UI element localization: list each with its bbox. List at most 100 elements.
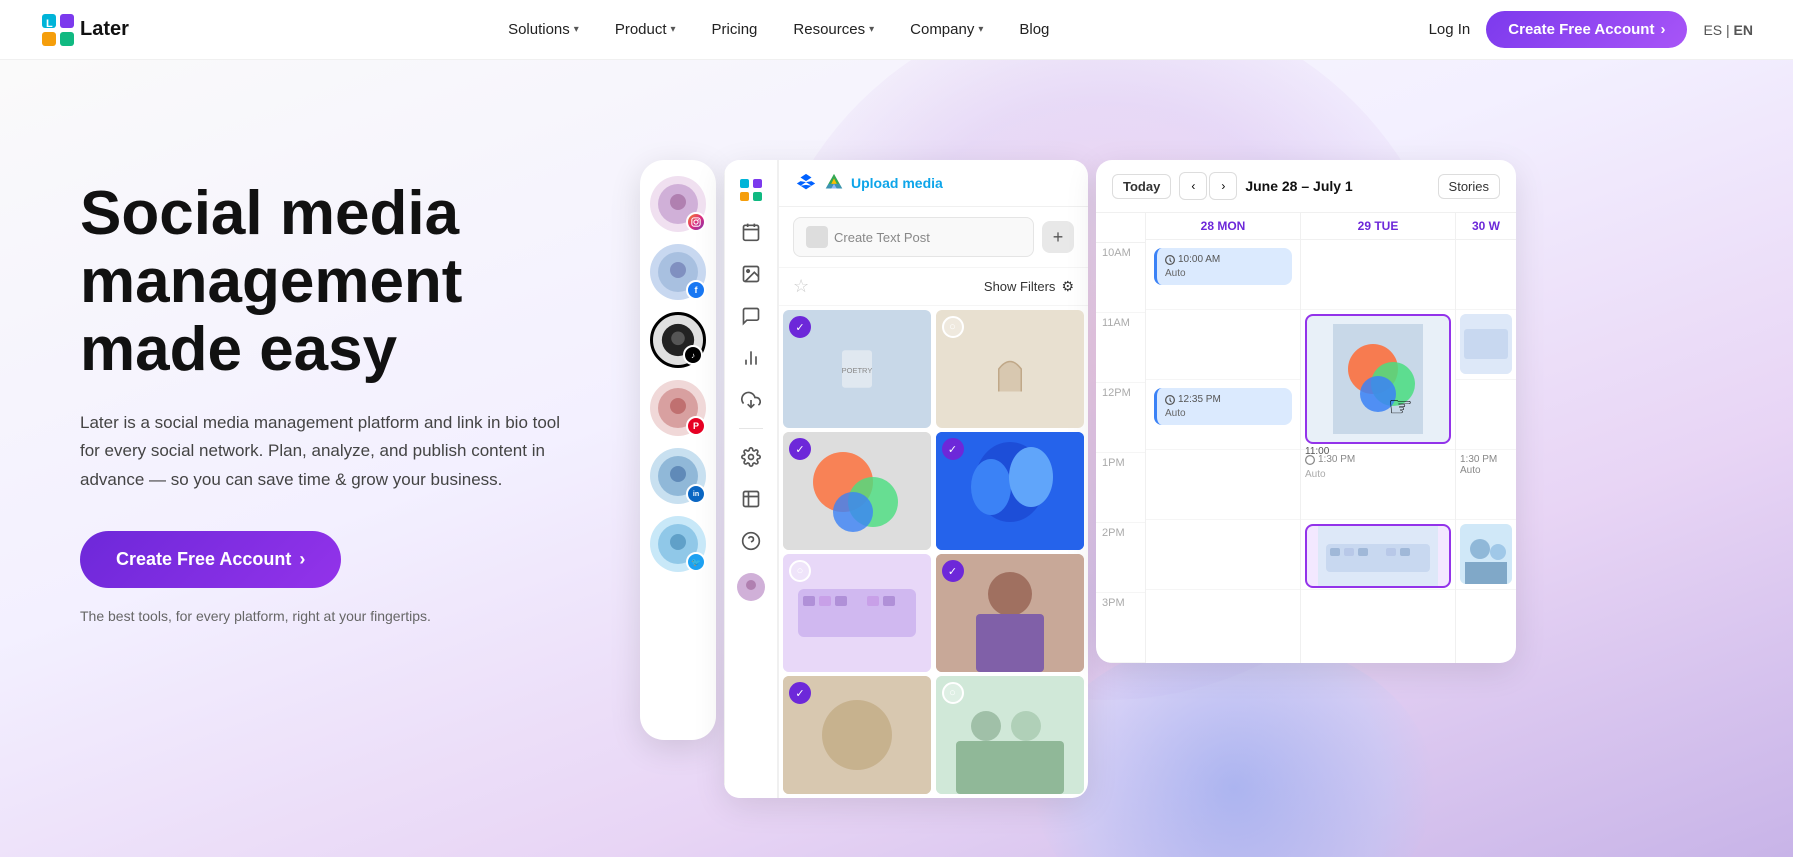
timeslot-28-2pm [1146, 520, 1300, 590]
time-slot-11am: 11AM [1096, 313, 1145, 383]
media-app-container: Upload media Create Text Post + ☆ Show F… [724, 160, 1088, 798]
navbar: L Later Solutions ▾ Product ▾ Pricing Re… [0, 0, 1793, 60]
linkedin-badge: in [686, 484, 706, 504]
timeslot-29-1pm: 1:30 PM Auto [1301, 450, 1455, 520]
media-thumb[interactable]: ✓ POETRY [783, 310, 931, 428]
col-header-29: 29 TUE [1301, 213, 1455, 240]
media-check-active: ✓ [942, 560, 964, 582]
nav-product[interactable]: Product ▾ [601, 13, 690, 46]
scheduled-thumb-29b[interactable] [1305, 524, 1451, 588]
app-mockup: f ♪ P [640, 60, 1793, 798]
day-columns: 28 MON 10:00 AM Auto [1146, 213, 1516, 663]
next-week-button[interactable]: › [1209, 172, 1237, 200]
timeslot-30-12pm [1456, 380, 1516, 450]
filters-row: ☆ Show Filters ⚙ [779, 268, 1088, 306]
prev-week-button[interactable]: ‹ [1179, 172, 1207, 200]
analytics-icon[interactable] [733, 340, 769, 376]
timeslot-28-12pm: 12:35 PM Auto [1146, 380, 1300, 450]
nav-pricing[interactable]: Pricing [698, 13, 772, 46]
media-check-active: ✓ [789, 438, 811, 460]
nav-cta-button[interactable]: Create Free Account › [1486, 11, 1687, 48]
timeslot-30-10am [1456, 240, 1516, 310]
media-check: ○ [942, 316, 964, 338]
show-filters-button[interactable]: Show Filters ⚙ [984, 278, 1074, 295]
download-icon[interactable] [733, 382, 769, 418]
later-logo-sidebar[interactable] [733, 172, 769, 208]
star-icon[interactable]: ☆ [793, 276, 809, 297]
media-thumb[interactable]: ✓ [936, 432, 1084, 550]
logo-text: Later [80, 18, 129, 41]
partial-thumb-30[interactable] [1460, 314, 1512, 374]
nav-resources[interactable]: Resources ▾ [779, 13, 888, 46]
timeslot-28-11am [1146, 310, 1300, 380]
calendar-icon[interactable] [733, 214, 769, 250]
keyboard-partial-thumb [1460, 314, 1512, 374]
profile-pinterest[interactable]: P [650, 380, 706, 436]
profile-twitter[interactable]: 🐦 [650, 516, 706, 572]
media-panel-header: Upload media [779, 160, 1088, 207]
chat-icon[interactable] [733, 298, 769, 334]
timeslot-29-2pm [1301, 520, 1455, 590]
media-thumb[interactable]: ✓ [936, 554, 1084, 672]
upload-media-button[interactable]: Upload media [851, 175, 943, 191]
profile-linkedin[interactable]: in [650, 448, 706, 504]
login-button[interactable]: Log In [1429, 21, 1471, 38]
lang-es[interactable]: ES [1703, 22, 1722, 38]
media-thumb[interactable]: ○ [936, 310, 1084, 428]
text-post-icon [806, 226, 828, 248]
upload-area: Upload media [795, 172, 1072, 194]
add-media-button[interactable]: + [1042, 221, 1074, 253]
time-slot-2pm: 2PM [1096, 523, 1145, 593]
media-thumb[interactable]: ✓ [783, 432, 931, 550]
later-logo-icon: L [40, 12, 76, 48]
time-slot-10am: 10AM [1096, 243, 1145, 313]
timeslot-30-1pm: 1:30 PM Auto [1456, 450, 1516, 520]
media-thumb[interactable]: ○ [783, 554, 931, 672]
svg-text:L: L [46, 18, 53, 30]
partial-thumb-30b[interactable] [1460, 524, 1512, 584]
hero-tagline: The best tools, for every platform, righ… [80, 608, 580, 624]
nav-solutions[interactable]: Solutions ▾ [494, 13, 593, 46]
profile-instagram[interactable] [650, 176, 706, 232]
day-col-30-partial: 30 W 1:30 PM [1456, 213, 1516, 663]
user-avatar-bottom[interactable] [737, 573, 765, 606]
media-thumb[interactable]: ✓ [783, 676, 931, 794]
logo[interactable]: L Later [40, 12, 129, 48]
calendar-event[interactable]: 12:35 PM Auto [1154, 388, 1292, 425]
shirt-thumbnail: POETRY [827, 339, 887, 399]
day-col-29: 29 TUE [1301, 213, 1456, 663]
scheduled-thumb-29[interactable] [1305, 314, 1451, 444]
nav-right: Log In Create Free Account › ES | EN [1429, 11, 1753, 48]
chevron-down-icon: ▾ [574, 24, 579, 35]
app-sidebar [724, 160, 778, 798]
filters-icon: ⚙ [1061, 278, 1074, 295]
calendar-event[interactable]: 10:00 AM Auto [1154, 248, 1292, 285]
time-slot-1pm: 1PM [1096, 453, 1145, 523]
lab-icon[interactable] [733, 481, 769, 517]
hero-cta-button[interactable]: Create Free Account › [80, 531, 341, 588]
media-thumb[interactable]: ○ [936, 676, 1084, 794]
instagram-badge [686, 212, 706, 232]
nav-blog[interactable]: Blog [1005, 13, 1063, 46]
svg-text:POETRY: POETRY [842, 366, 873, 375]
profile-tiktok[interactable]: ♪ [650, 312, 706, 368]
settings-icon[interactable] [733, 439, 769, 475]
nav-company[interactable]: Company ▾ [896, 13, 997, 46]
hero-title: Social media management made easy [80, 180, 580, 385]
profile-facebook[interactable]: f [650, 244, 706, 300]
stories-button[interactable]: Stories [1438, 174, 1500, 199]
media-icon[interactable] [733, 256, 769, 292]
chevron-down-icon: ▾ [978, 24, 983, 35]
col-header-30: 30 W [1456, 213, 1516, 240]
calendar-date-range: June 28 – July 1 [1245, 178, 1429, 194]
timeslot-28-1pm [1146, 450, 1300, 520]
today-button[interactable]: Today [1112, 174, 1171, 199]
help-icon[interactable] [733, 523, 769, 559]
time-header-spacer [1096, 213, 1145, 243]
day-col-28: 28 MON 10:00 AM Auto [1146, 213, 1301, 663]
lang-en[interactable]: EN [1734, 22, 1753, 38]
media-check: ○ [942, 682, 964, 704]
timeslot-30-3pm [1456, 590, 1516, 660]
timeslot-28-10am: 10:00 AM Auto [1146, 240, 1300, 310]
create-text-post-button[interactable]: Create Text Post [793, 217, 1034, 257]
